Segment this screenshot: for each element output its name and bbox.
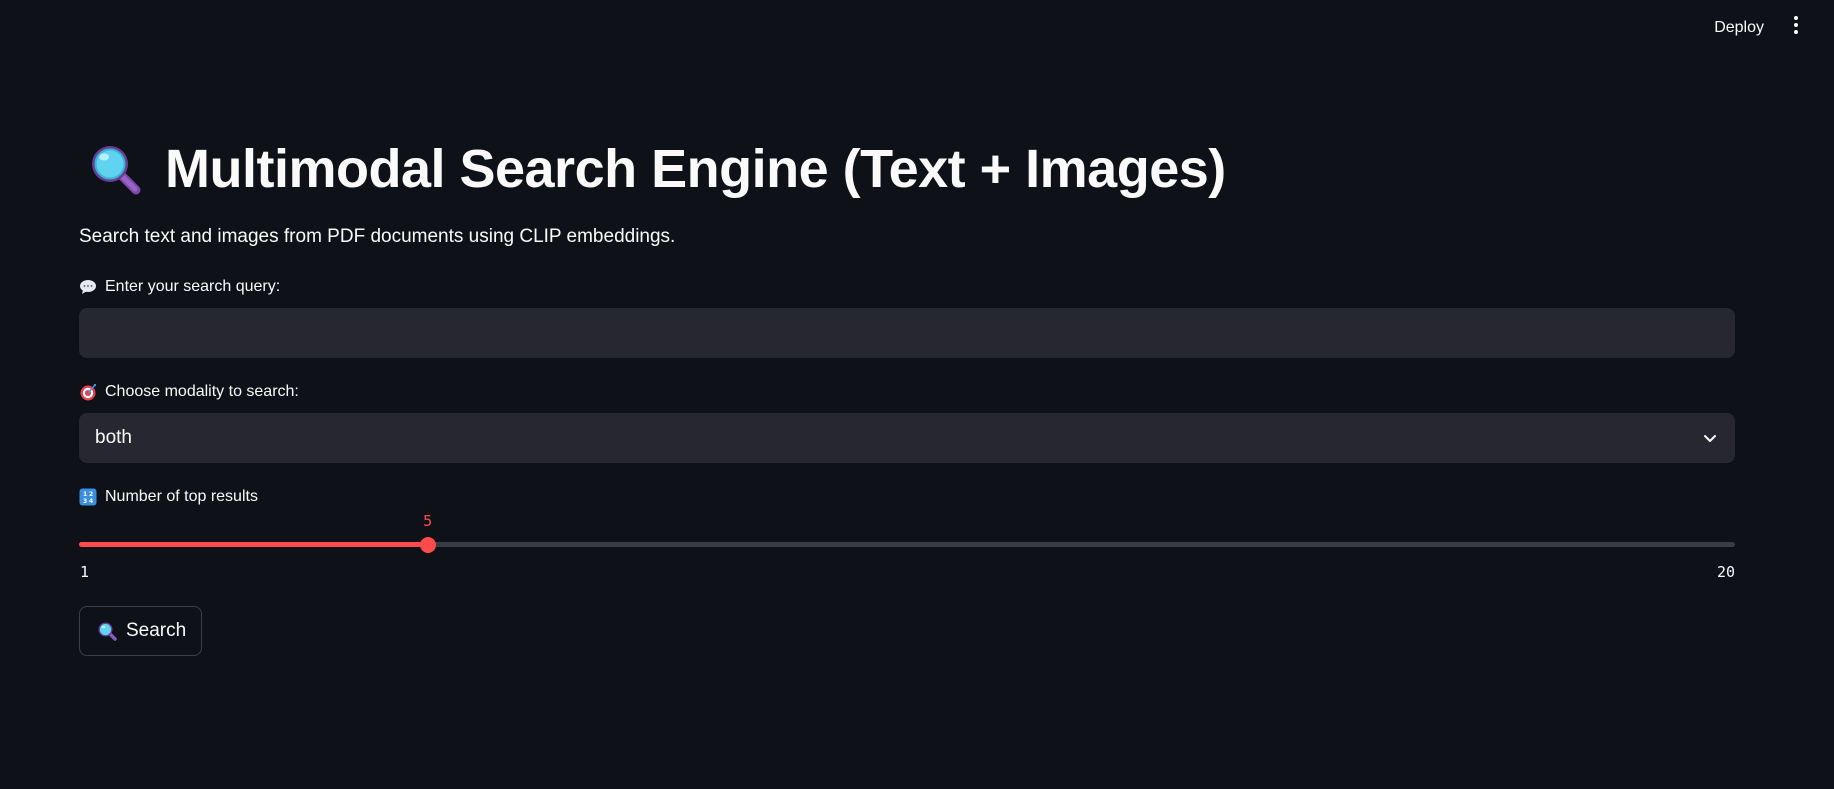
slider-fill <box>79 542 428 547</box>
numbers-icon: 1 2 3 4 <box>79 488 97 506</box>
svg-text:3: 3 <box>83 498 87 505</box>
query-label-text: Enter your search query: <box>105 278 281 295</box>
main-menu-button[interactable] <box>1790 16 1802 38</box>
search-button[interactable]: Search <box>79 606 203 656</box>
modality-label: Choose modality to search: <box>79 383 299 401</box>
search-query-input[interactable] <box>79 308 1735 358</box>
page-title: Multimodal Search Engine (Text + Images) <box>165 139 1226 199</box>
slider-thumb[interactable] <box>419 536 436 553</box>
svg-text:4: 4 <box>89 498 93 505</box>
slider-min-label: 1 <box>80 563 90 581</box>
magnifying-glass-icon <box>98 622 117 641</box>
svg-text:2: 2 <box>89 491 93 498</box>
modality-select[interactable]: both <box>79 413 1735 463</box>
modality-selected-value: both <box>95 427 132 448</box>
magnifying-glass-icon <box>92 146 141 195</box>
speech-bubble-icon <box>80 280 96 294</box>
vertical-dots-icon <box>1790 16 1802 34</box>
top-results-slider[interactable]: 5 1 20 <box>79 512 1735 582</box>
svg-text:1: 1 <box>83 491 87 498</box>
query-label: Enter your search query: <box>79 278 280 296</box>
slider-current-value: 5 <box>423 512 433 530</box>
title-row: Multimodal Search Engine (Text + Images) <box>87 138 1226 200</box>
search-button-label: Search <box>126 620 187 641</box>
modality-label-text: Choose modality to search: <box>105 383 299 400</box>
top-results-label-text: Number of top results <box>105 488 258 505</box>
page-subtitle: Search text and images from PDF document… <box>79 226 676 247</box>
top-toolbar: Deploy <box>0 0 1834 56</box>
top-results-label: 1 2 3 4 Number of top results <box>79 488 258 506</box>
deploy-button[interactable]: Deploy <box>1706 15 1772 41</box>
slider-max-label: 20 <box>1716 563 1735 581</box>
bullseye-icon <box>80 384 96 401</box>
chevron-down-icon <box>1704 435 1716 442</box>
